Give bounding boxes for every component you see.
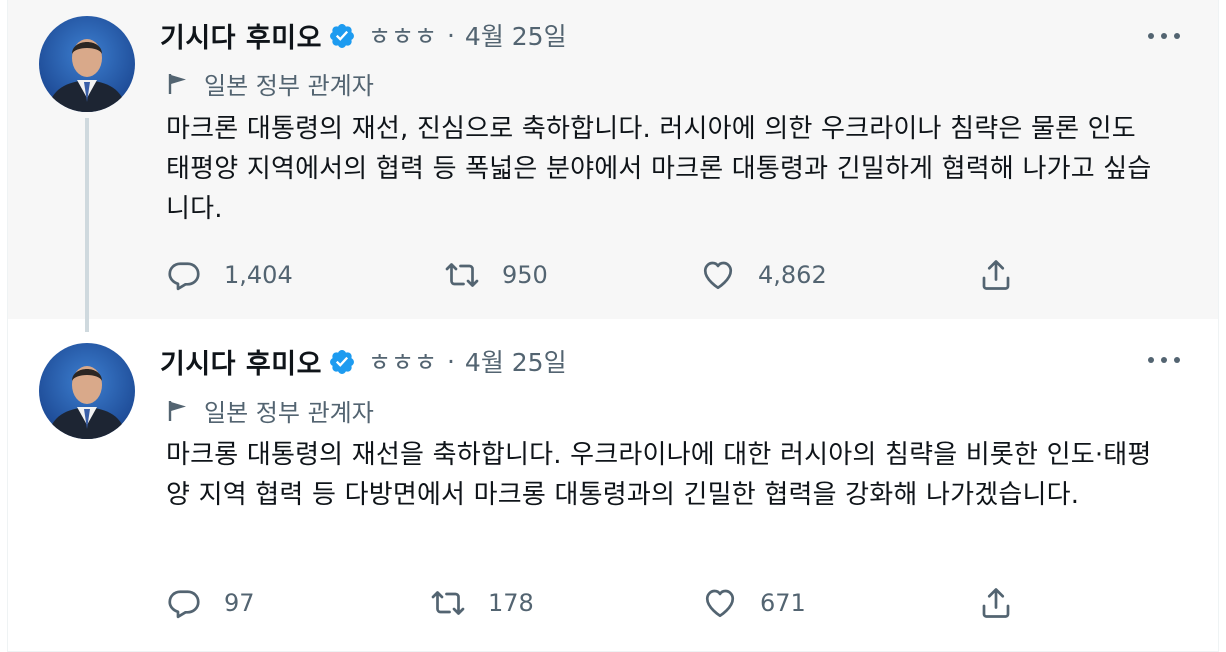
- separator: ·: [446, 20, 455, 50]
- right-border: [1218, 0, 1226, 652]
- tweet[interactable]: 기시다 후미오 ㅎㅎㅎ · 4월 25일 일본 정부 관계자 마크론 대통령의 …: [8, 0, 1218, 319]
- tweet-date[interactable]: 4월 25일: [465, 17, 567, 53]
- retweet-icon: [445, 263, 479, 287]
- tweet-header: 기시다 후미오 ㅎㅎㅎ · 4월 25일: [160, 342, 567, 381]
- like-count: 4,862: [758, 261, 827, 289]
- tweet-actions: 1,404 950 4,862: [166, 255, 1026, 295]
- like-button[interactable]: 4,862: [700, 255, 827, 295]
- affiliation-label: 일본 정부 관계자: [166, 66, 374, 101]
- share-button[interactable]: [978, 583, 1014, 623]
- tweet[interactable]: 기시다 후미오 ㅎㅎㅎ · 4월 25일 일본 정부 관계자 마크롱 대통령의 …: [8, 319, 1218, 652]
- reply-icon: [168, 262, 200, 291]
- flag-icon: [168, 73, 186, 94]
- tweet-date[interactable]: 4월 25일: [465, 343, 567, 379]
- tweet-text: 마크론 대통령의 재선, 진심으로 축하합니다. 러시아에 의한 우크라이나 침…: [166, 114, 1152, 224]
- affiliation-text: 일본 정부 관계자: [204, 399, 374, 427]
- tweet-actions: 97 178 671: [166, 583, 1026, 623]
- reply-button[interactable]: 1,404: [166, 255, 293, 295]
- author-name[interactable]: 기시다 후미오: [160, 16, 322, 55]
- tweet-text: 마크롱 대통령의 재선을 축하합니다. 우크라이나에 대한 러시아의 침략을 비…: [166, 440, 1152, 510]
- retweet-icon: [431, 591, 465, 615]
- reply-count: 1,404: [224, 261, 293, 289]
- affiliation-label: 일본 정부 관계자: [166, 393, 374, 428]
- heart-icon: [703, 261, 733, 290]
- thread-connector-line: [85, 118, 89, 332]
- more-icon[interactable]: [1148, 24, 1180, 48]
- reply-icon: [168, 590, 200, 619]
- avatar[interactable]: [39, 343, 135, 439]
- verified-badge-icon: [329, 24, 354, 48]
- like-count: 671: [760, 589, 806, 617]
- share-button[interactable]: [978, 255, 1014, 295]
- affiliation-text: 일본 정부 관계자: [204, 72, 374, 100]
- reply-count: 97: [224, 589, 255, 617]
- flag-icon: [168, 400, 186, 421]
- verified-badge-icon: [329, 350, 354, 374]
- tweet-header: 기시다 후미오 ㅎㅎㅎ · 4월 25일: [160, 16, 567, 55]
- retweet-count: 950: [502, 261, 548, 289]
- retweet-count: 178: [488, 589, 534, 617]
- share-icon: [982, 588, 1010, 618]
- more-icon[interactable]: [1148, 348, 1180, 372]
- share-icon: [982, 260, 1010, 290]
- left-border: [0, 0, 8, 652]
- avatar[interactable]: [39, 16, 135, 112]
- author-name[interactable]: 기시다 후미오: [160, 342, 322, 381]
- separator: ·: [446, 346, 455, 376]
- author-handle[interactable]: ㅎㅎㅎ: [368, 343, 437, 379]
- reply-button[interactable]: 97: [166, 583, 255, 623]
- retweet-button[interactable]: 950: [444, 255, 548, 295]
- heart-icon: [705, 589, 735, 618]
- retweet-button[interactable]: 178: [430, 583, 534, 623]
- like-button[interactable]: 671: [702, 583, 806, 623]
- author-handle[interactable]: ㅎㅎㅎ: [368, 17, 437, 53]
